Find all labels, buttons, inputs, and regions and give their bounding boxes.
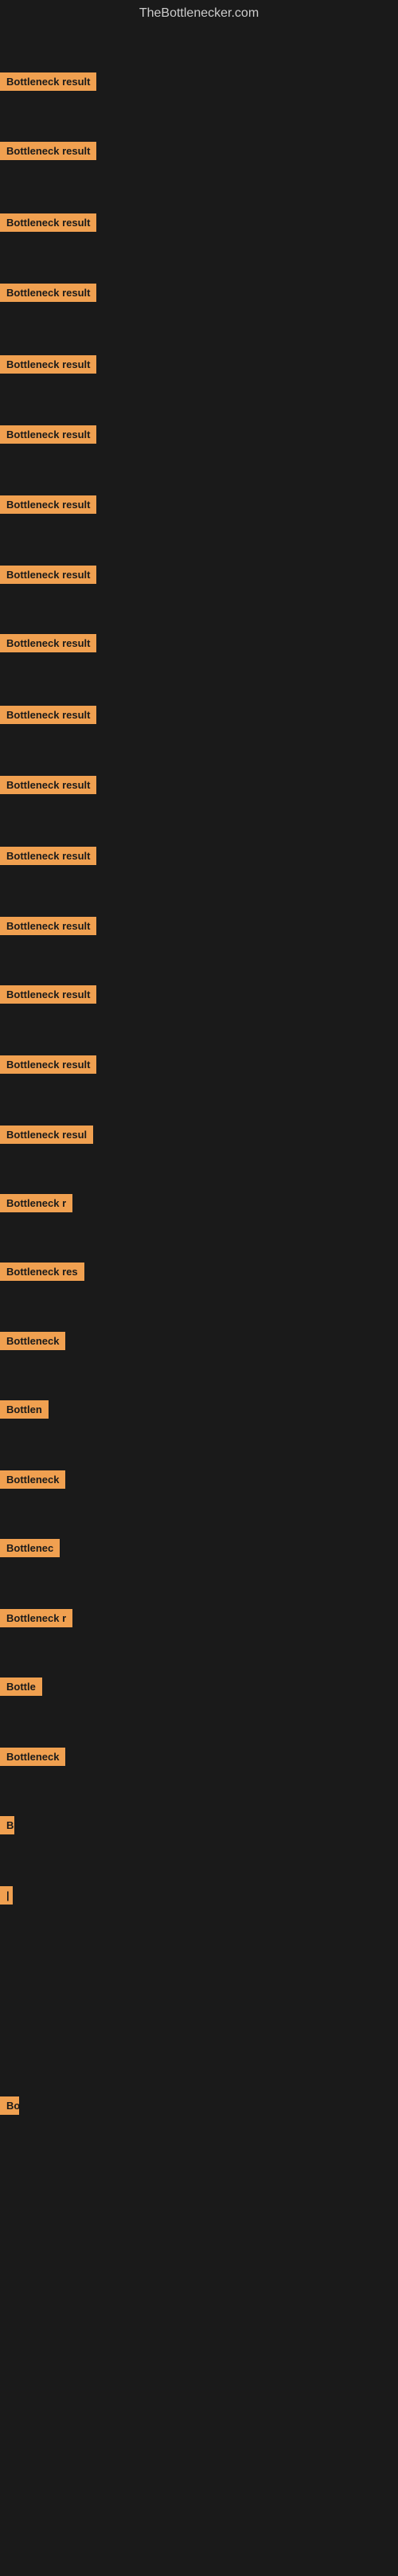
bottleneck-label-17: Bottleneck r: [0, 1194, 72, 1212]
bottleneck-label-27: |: [0, 1886, 13, 1905]
bottleneck-label-21: Bottleneck: [0, 1470, 65, 1489]
bottleneck-item-14: Bottleneck result: [0, 985, 96, 1008]
bottleneck-item-19: Bottleneck: [0, 1332, 65, 1354]
bottleneck-item-26: B: [0, 1816, 14, 1838]
site-title: TheBottlenecker.com: [0, 0, 398, 27]
bottleneck-label-20: Bottlen: [0, 1400, 49, 1419]
bottleneck-label-16: Bottleneck resul: [0, 1126, 93, 1144]
bottleneck-item-22: Bottlenec: [0, 1539, 60, 1561]
bottleneck-label-13: Bottleneck result: [0, 917, 96, 935]
bottleneck-label-10: Bottleneck result: [0, 706, 96, 724]
bottleneck-label-2: Bottleneck result: [0, 142, 96, 160]
bottleneck-label-7: Bottleneck result: [0, 495, 96, 514]
bottleneck-item-6: Bottleneck result: [0, 425, 96, 448]
bottleneck-label-15: Bottleneck result: [0, 1055, 96, 1074]
bottleneck-label-25: Bottleneck: [0, 1748, 65, 1766]
bottleneck-label-5: Bottleneck result: [0, 355, 96, 374]
bottleneck-label-28: Bo: [0, 2096, 19, 2115]
bottleneck-label-14: Bottleneck result: [0, 985, 96, 1004]
bottleneck-item-3: Bottleneck result: [0, 213, 96, 236]
bottleneck-item-27: |: [0, 1886, 13, 1909]
bottleneck-item-28: Bo: [0, 2096, 19, 2119]
bottleneck-label-24: Bottle: [0, 1678, 42, 1696]
bottleneck-item-12: Bottleneck result: [0, 847, 96, 869]
bottleneck-item-1: Bottleneck result: [0, 72, 96, 95]
bottleneck-label-9: Bottleneck result: [0, 634, 96, 652]
bottleneck-label-11: Bottleneck result: [0, 776, 96, 794]
bottleneck-label-18: Bottleneck res: [0, 1263, 84, 1281]
bottleneck-label-8: Bottleneck result: [0, 566, 96, 584]
bottleneck-item-16: Bottleneck resul: [0, 1126, 93, 1148]
bottleneck-item-20: Bottlen: [0, 1400, 49, 1423]
bottleneck-label-19: Bottleneck: [0, 1332, 65, 1350]
bottleneck-item-21: Bottleneck: [0, 1470, 65, 1493]
bottleneck-label-4: Bottleneck result: [0, 284, 96, 302]
bottleneck-item-8: Bottleneck result: [0, 566, 96, 588]
bottleneck-item-13: Bottleneck result: [0, 917, 96, 939]
bottleneck-label-1: Bottleneck result: [0, 72, 96, 91]
bottleneck-item-17: Bottleneck r: [0, 1194, 72, 1216]
bottleneck-label-12: Bottleneck result: [0, 847, 96, 865]
bottleneck-item-24: Bottle: [0, 1678, 42, 1700]
bottleneck-item-18: Bottleneck res: [0, 1263, 84, 1285]
bottleneck-item-4: Bottleneck result: [0, 284, 96, 306]
bottleneck-label-23: Bottleneck r: [0, 1609, 72, 1627]
bottleneck-label-3: Bottleneck result: [0, 213, 96, 232]
bottleneck-label-26: B: [0, 1816, 14, 1834]
bottleneck-label-6: Bottleneck result: [0, 425, 96, 444]
bottleneck-item-15: Bottleneck result: [0, 1055, 96, 1078]
bottleneck-item-9: Bottleneck result: [0, 634, 96, 656]
bottleneck-item-25: Bottleneck: [0, 1748, 65, 1770]
bottleneck-label-22: Bottlenec: [0, 1539, 60, 1557]
bottleneck-item-5: Bottleneck result: [0, 355, 96, 378]
bottleneck-item-11: Bottleneck result: [0, 776, 96, 798]
bottleneck-item-7: Bottleneck result: [0, 495, 96, 518]
bottleneck-item-10: Bottleneck result: [0, 706, 96, 728]
bottleneck-item-23: Bottleneck r: [0, 1609, 72, 1631]
bottleneck-item-2: Bottleneck result: [0, 142, 96, 164]
